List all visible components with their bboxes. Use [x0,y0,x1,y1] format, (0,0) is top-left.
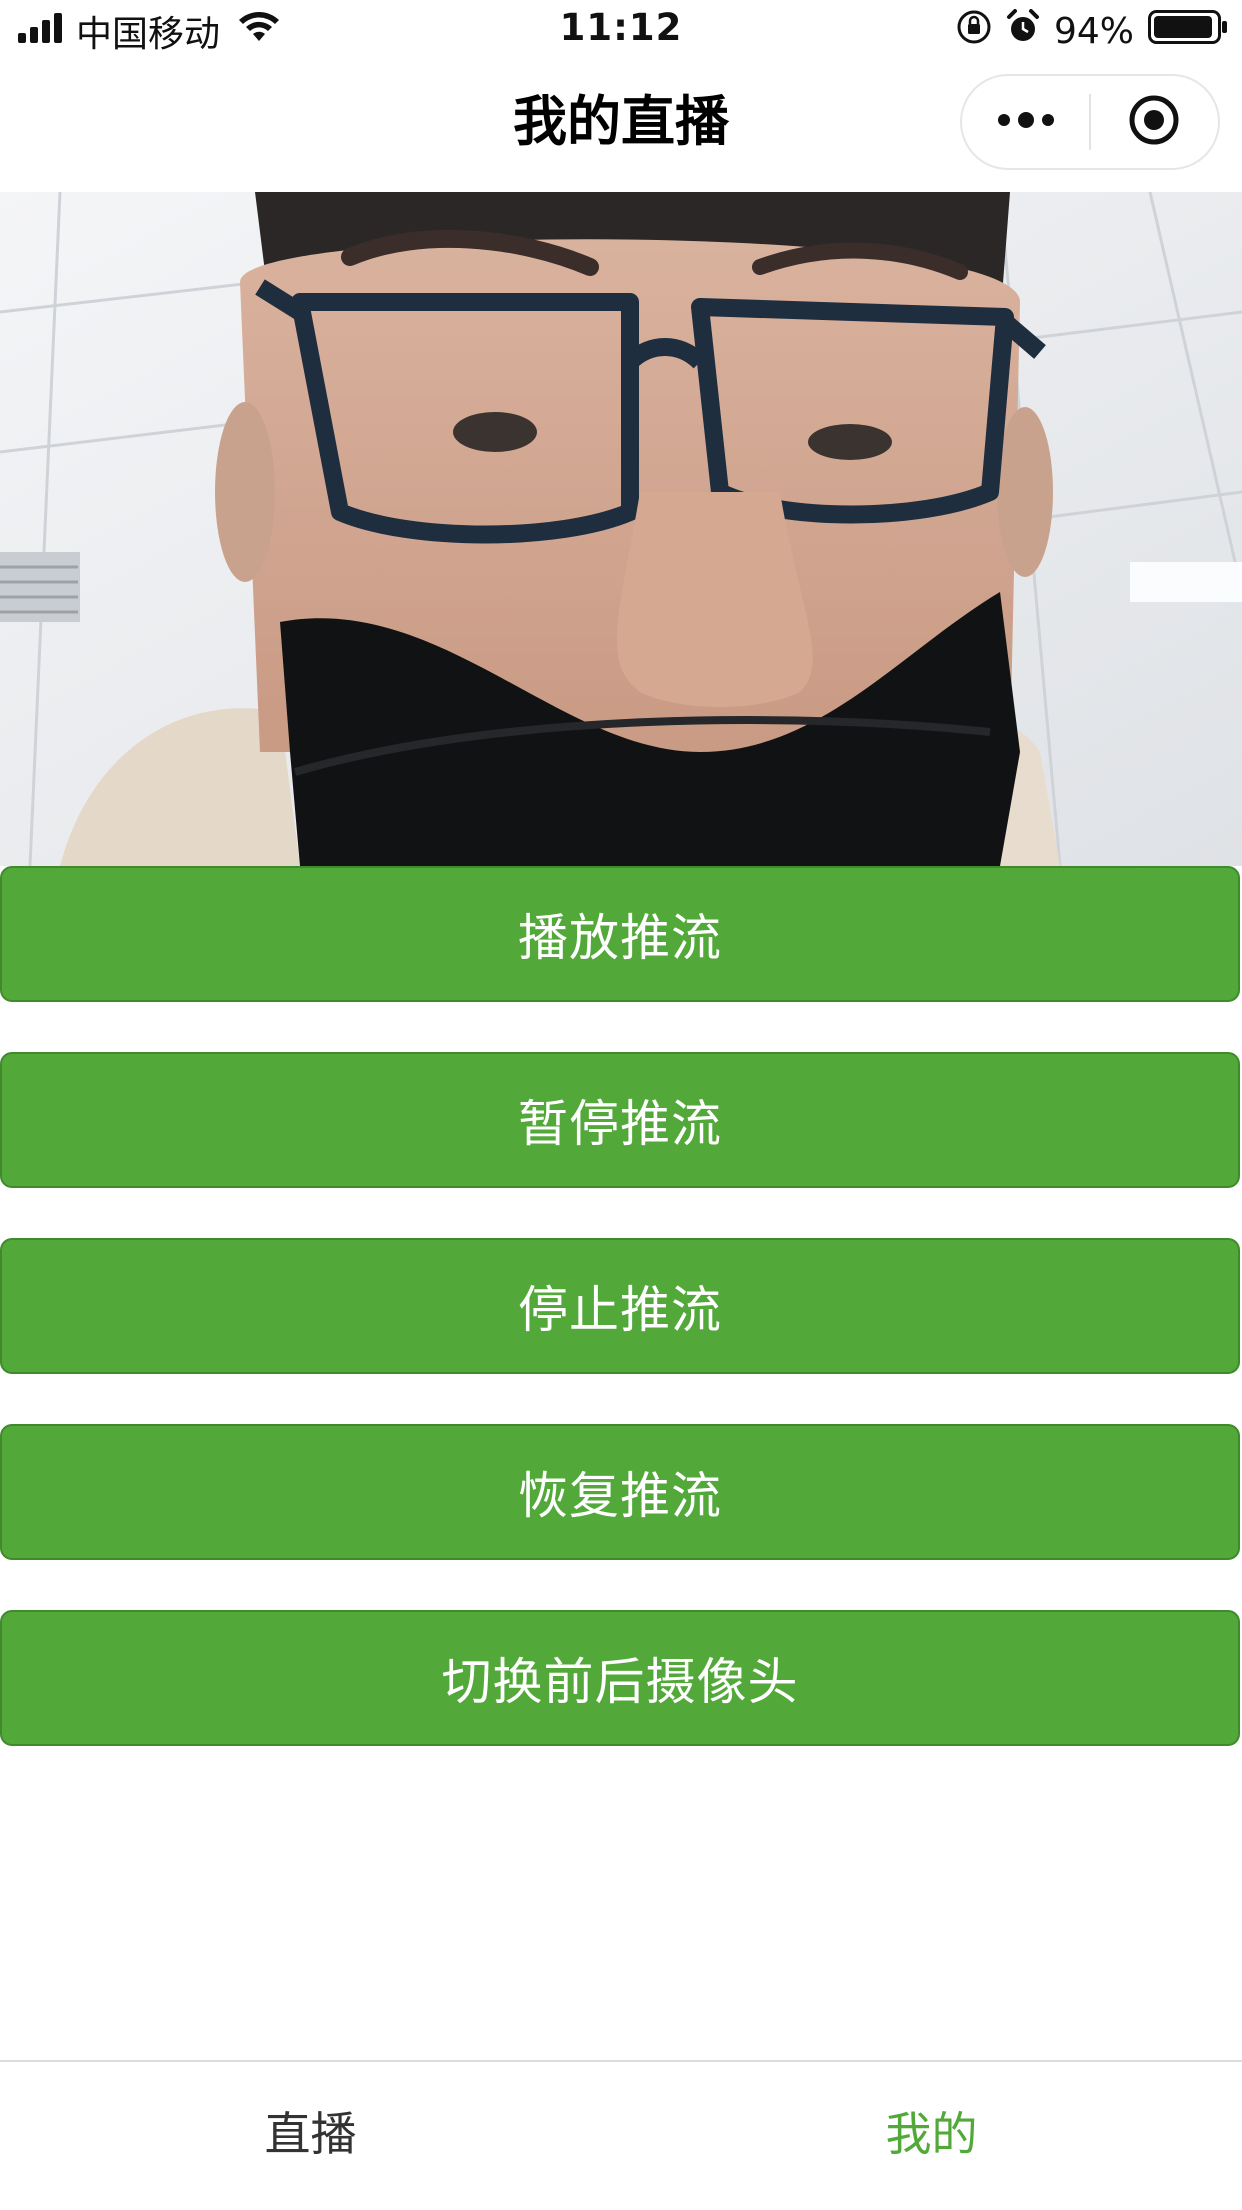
close-miniprogram-button[interactable] [1091,76,1218,168]
camera-preview-image [0,192,1242,866]
battery-icon [1148,9,1228,53]
rotation-lock-icon [956,9,992,54]
start-push-button[interactable]: 播放推流 [0,866,1240,1002]
pause-push-button[interactable]: 暂停推流 [0,1052,1240,1188]
stop-push-button[interactable]: 停止推流 [0,1238,1240,1374]
alarm-icon [1006,8,1040,54]
tab-mine[interactable]: 我的 [621,2062,1242,2210]
status-right: 94% [956,8,1228,54]
more-button[interactable] [962,76,1089,168]
more-icon [996,110,1056,134]
close-miniprogram-icon [1127,93,1181,151]
tab-bar: 直播 我的 [0,2060,1242,2210]
status-bar: 中国移动 11:12 94% [0,0,1242,62]
battery-percent: 94% [1053,10,1134,52]
miniprogram-capsule [960,74,1220,170]
resume-push-button[interactable]: 恢复推流 [0,1424,1240,1560]
nav-bar: 我的直播 [0,62,1242,192]
camera-preview [0,192,1242,866]
switch-camera-button[interactable]: 切换前后摄像头 [0,1610,1240,1746]
tab-live[interactable]: 直播 [0,2062,621,2210]
